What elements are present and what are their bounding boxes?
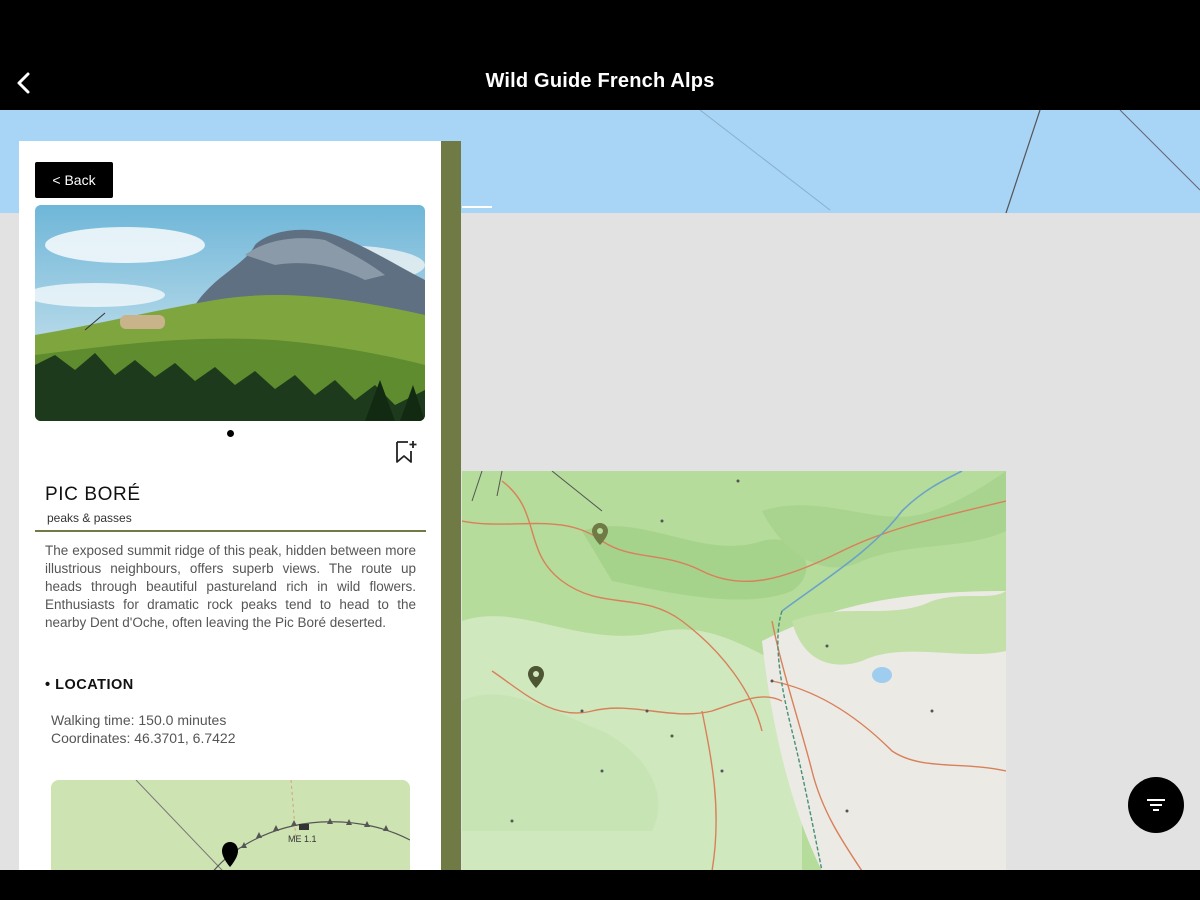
place-category: peaks & passes: [47, 511, 132, 525]
filter-button[interactable]: [1128, 777, 1184, 833]
navigation-bar: [0, 870, 1200, 900]
panel-edge-bar: [441, 141, 461, 870]
place-photo[interactable]: [35, 205, 425, 421]
bookmark-add-icon[interactable]: [394, 439, 418, 465]
carousel-indicator[interactable]: [227, 430, 234, 437]
location-mini-map[interactable]: ME 1.1: [51, 780, 410, 870]
mini-map-label: ME 1.1: [288, 834, 317, 844]
location-heading: • LOCATION: [45, 677, 134, 693]
place-description: The exposed summit ridge of this peak, h…: [45, 543, 416, 630]
divider: [35, 530, 426, 532]
place-name: PIC BORÉ: [45, 484, 141, 505]
walking-time: Walking time: 150.0 minutes: [51, 712, 227, 728]
topo-map-tile: [462, 471, 1006, 870]
coordinates: Coordinates: 46.3701, 6.7422: [51, 730, 236, 746]
status-bar: [0, 0, 1200, 56]
page-title: Wild Guide French Alps: [485, 70, 715, 92]
filter-icon: [1147, 799, 1165, 811]
app-header: Wild Guide French Alps: [0, 56, 1200, 110]
back-button[interactable]: < Back: [35, 162, 113, 198]
place-detail-panel: < Back PIC BORÉ peaks & passes The expos…: [19, 141, 441, 870]
